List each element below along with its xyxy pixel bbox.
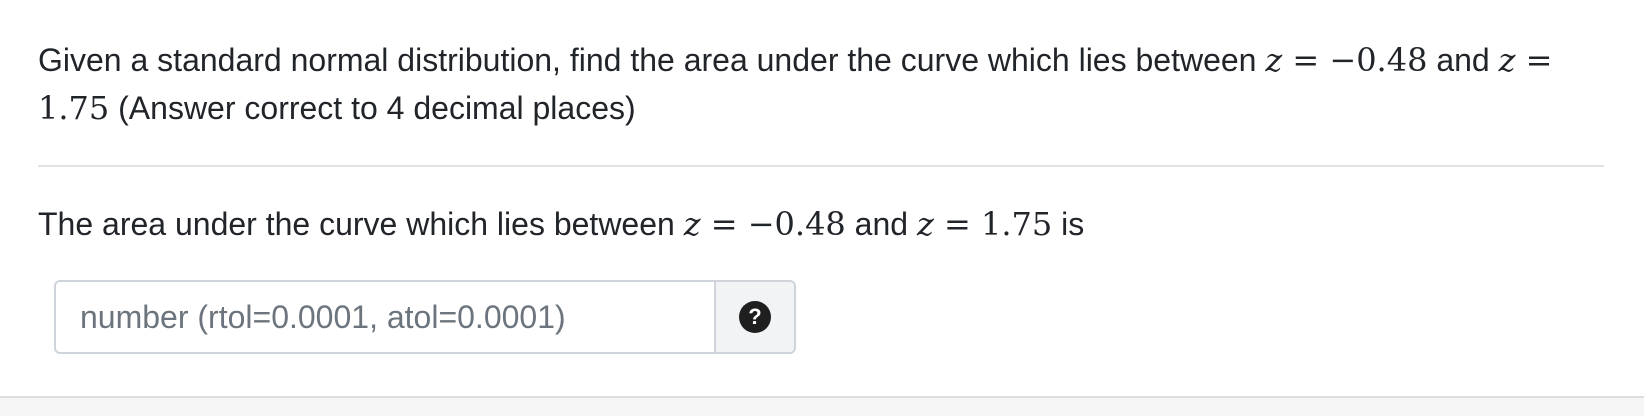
help-button[interactable]: ?: [714, 280, 796, 354]
answer-prompt: The area under the curve which lies betw…: [38, 200, 1084, 248]
question-and: and: [1427, 42, 1499, 78]
answer-prompt-start: The area under the curve which lies betw…: [38, 206, 684, 242]
answer-and: and: [845, 206, 917, 242]
question-panel: Given a standard normal distribution, fi…: [0, 0, 1644, 416]
answer-input[interactable]: [54, 280, 714, 354]
answer-math-z-upper: z = 1.75: [916, 205, 1053, 243]
card-footer: [0, 396, 1644, 416]
question-text-start: Given a standard normal distribution, fi…: [38, 42, 1266, 78]
question-text: Given a standard normal distribution, fi…: [38, 36, 1598, 132]
question-circle-icon: ?: [739, 301, 771, 333]
answer-input-group: ?: [54, 280, 796, 354]
answer-prompt-end: is: [1052, 206, 1085, 242]
divider: [38, 165, 1604, 167]
question-instructions: (Answer correct to 4 decimal places): [109, 90, 636, 126]
answer-math-z-lower: z = −0.48: [683, 205, 846, 243]
math-z-lower: z = −0.48: [1265, 41, 1428, 79]
